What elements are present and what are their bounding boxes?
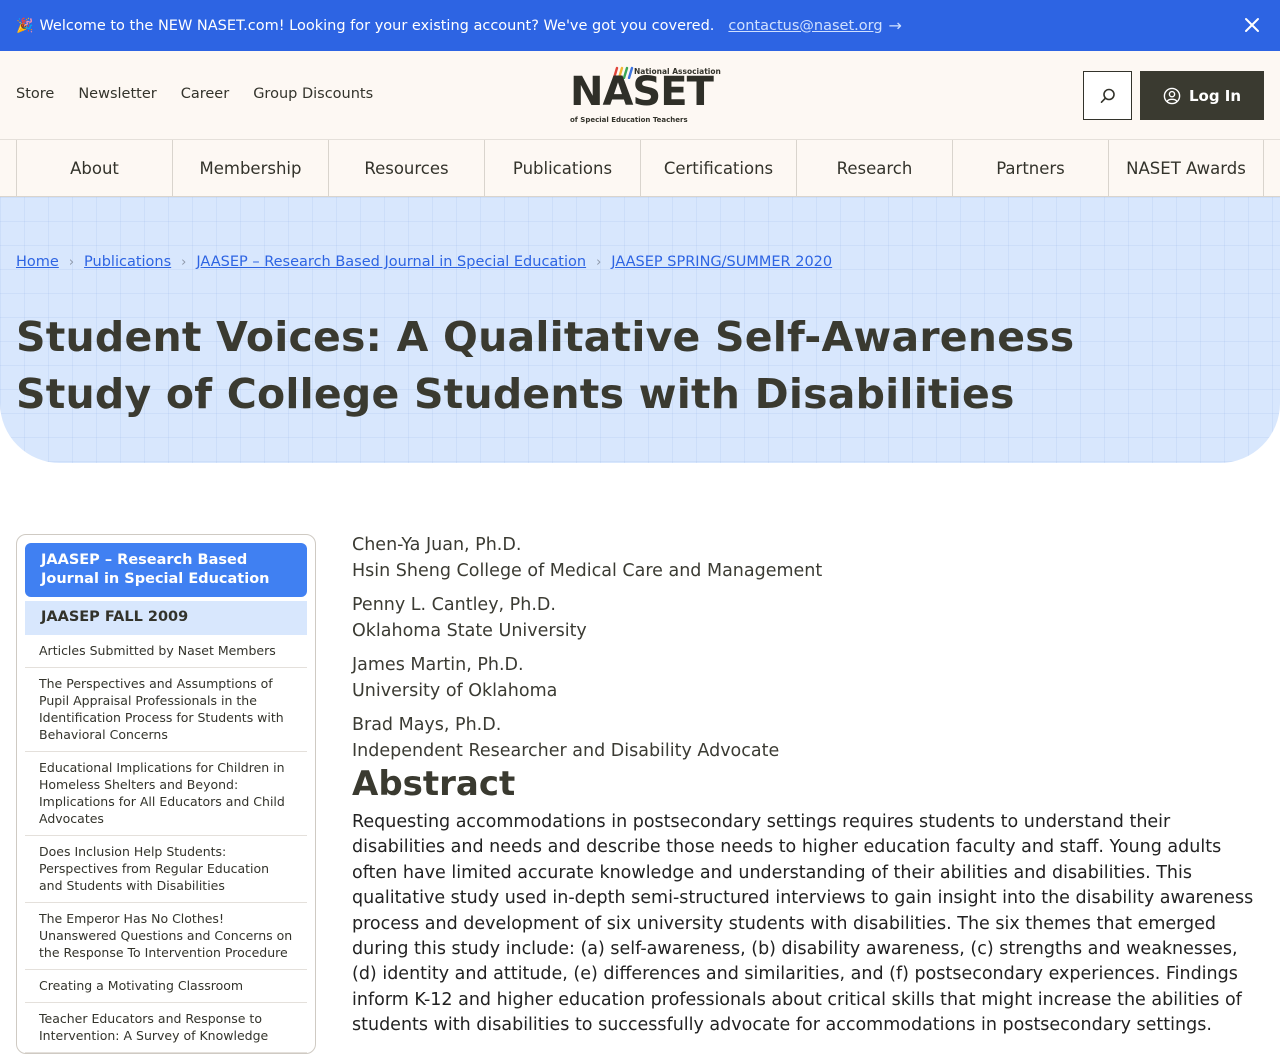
log-in-button[interactable]: Log In	[1140, 71, 1264, 120]
announcement-message: Welcome to the NEW NASET.com! Looking fo…	[39, 17, 715, 34]
author-block: Chen-Ya Juan, Ph.D. Hsin Sheng College o…	[352, 533, 1264, 584]
chevron-right-icon: ›	[596, 254, 602, 270]
author-name: Penny L. Cantley, Ph.D.	[352, 595, 556, 615]
sidebar-item[interactable]: Articles Submitted by Naset Members	[25, 635, 307, 668]
nav-item-membership[interactable]: Membership	[172, 140, 328, 196]
nav-item-publications[interactable]: Publications	[484, 140, 640, 196]
site-header: Store Newsletter Career Group Discounts …	[0, 51, 1280, 140]
announcement-bar: 🎉 Welcome to the NEW NASET.com! Looking …	[0, 0, 1280, 51]
nav-item-naset-awards[interactable]: NASET Awards	[1108, 140, 1264, 196]
sidebar-item[interactable]: Educational Implications for Children in…	[25, 752, 307, 836]
party-icon: 🎉	[16, 17, 34, 34]
author-block: James Martin, Ph.D. University of Oklaho…	[352, 653, 1264, 704]
breadcrumb-publications[interactable]: Publications	[84, 254, 171, 270]
user-icon	[1163, 87, 1181, 104]
utility-link-group-discounts[interactable]: Group Discounts	[253, 86, 373, 102]
author-affiliation: Hsin Sheng College of Medical Care and M…	[352, 560, 823, 581]
breadcrumb-jaasep[interactable]: JAASEP – Research Based Journal in Speci…	[196, 254, 586, 270]
author-affiliation: Independent Researcher and Disability Ad…	[352, 740, 780, 761]
abstract-text: Requesting accommodations in postseconda…	[352, 812, 1254, 1036]
nav-item-about[interactable]: About	[16, 140, 172, 196]
contact-email-link[interactable]: contactus@naset.org	[728, 18, 882, 34]
arrow-right-icon[interactable]: →	[889, 16, 902, 35]
nav-item-certifications[interactable]: Certifications	[640, 140, 796, 196]
page-title: Student Voices: A Qualitative Self-Aware…	[16, 313, 1075, 418]
sidebar-nav: JAASEP – Research Based Journal in Speci…	[16, 534, 316, 1054]
breadcrumb-home[interactable]: Home	[16, 254, 59, 270]
author-name: Brad Mays, Ph.D.	[352, 715, 502, 735]
logo-main-text: NASET	[570, 69, 714, 115]
sidebar-item[interactable]: Creating a Motivating Classroom	[25, 970, 307, 1003]
nav-item-partners[interactable]: Partners	[952, 140, 1108, 196]
main-nav: About Membership Resources Publications …	[0, 140, 1280, 197]
utility-link-career[interactable]: Career	[181, 86, 229, 102]
author-block: Brad Mays, Ph.D. Independent Researcher …	[352, 713, 1264, 764]
log-in-label: Log In	[1188, 86, 1242, 105]
sidebar-heading-jaasep[interactable]: JAASEP – Research Based Journal in Speci…	[25, 543, 307, 597]
sidebar-item[interactable]: The Perspectives and Assumptions of Pupi…	[25, 668, 307, 752]
sidebar-item[interactable]: The Emperor Has No Clothes! Unanswered Q…	[25, 903, 307, 970]
article-content: Chen-Ya Juan, Ph.D. Hsin Sheng College o…	[352, 533, 1264, 1039]
author-name: James Martin, Ph.D.	[352, 655, 524, 675]
breadcrumb-jaasep-spring-summer-2020[interactable]: JAASEP SPRING/SUMMER 2020	[611, 254, 832, 270]
search-button[interactable]	[1083, 71, 1132, 120]
sidebar-list: Articles Submitted by Naset Members The …	[25, 635, 307, 1053]
utility-link-store[interactable]: Store	[16, 86, 54, 102]
nav-item-resources[interactable]: Resources	[328, 140, 484, 196]
sidebar-subheading-fall-2009[interactable]: JAASEP FALL 2009	[25, 601, 307, 635]
sidebar-item[interactable]: Teacher Educators and Response to Interv…	[25, 1003, 307, 1053]
naset-logo[interactable]: National Association NASET of Special Ed…	[568, 65, 721, 127]
chevron-right-icon: ›	[68, 254, 75, 270]
page-hero: Home › Publications › JAASEP – Research …	[0, 197, 1280, 463]
logo-bottom-text: of Special Education Teachers	[570, 116, 688, 124]
utility-link-newsletter[interactable]: Newsletter	[78, 86, 156, 102]
author-name: Chen-Ya Juan, Ph.D.	[352, 535, 522, 555]
author-affiliation: University of Oklahoma	[352, 680, 558, 701]
author-block: Penny L. Cantley, Ph.D. Oklahoma State U…	[352, 593, 1264, 644]
author-affiliation: Oklahoma State University	[352, 620, 587, 641]
sidebar-item[interactable]: Does Inclusion Help Students: Perspectiv…	[25, 836, 307, 903]
breadcrumb: Home › Publications › JAASEP – Research …	[16, 254, 832, 270]
nav-item-research[interactable]: Research	[796, 140, 952, 196]
chevron-right-icon: ›	[181, 254, 187, 270]
abstract-heading: Abstract	[352, 764, 516, 804]
search-icon	[1100, 88, 1115, 103]
utility-nav: Store Newsletter Career Group Discounts	[16, 86, 373, 102]
close-icon[interactable]	[1240, 13, 1264, 37]
